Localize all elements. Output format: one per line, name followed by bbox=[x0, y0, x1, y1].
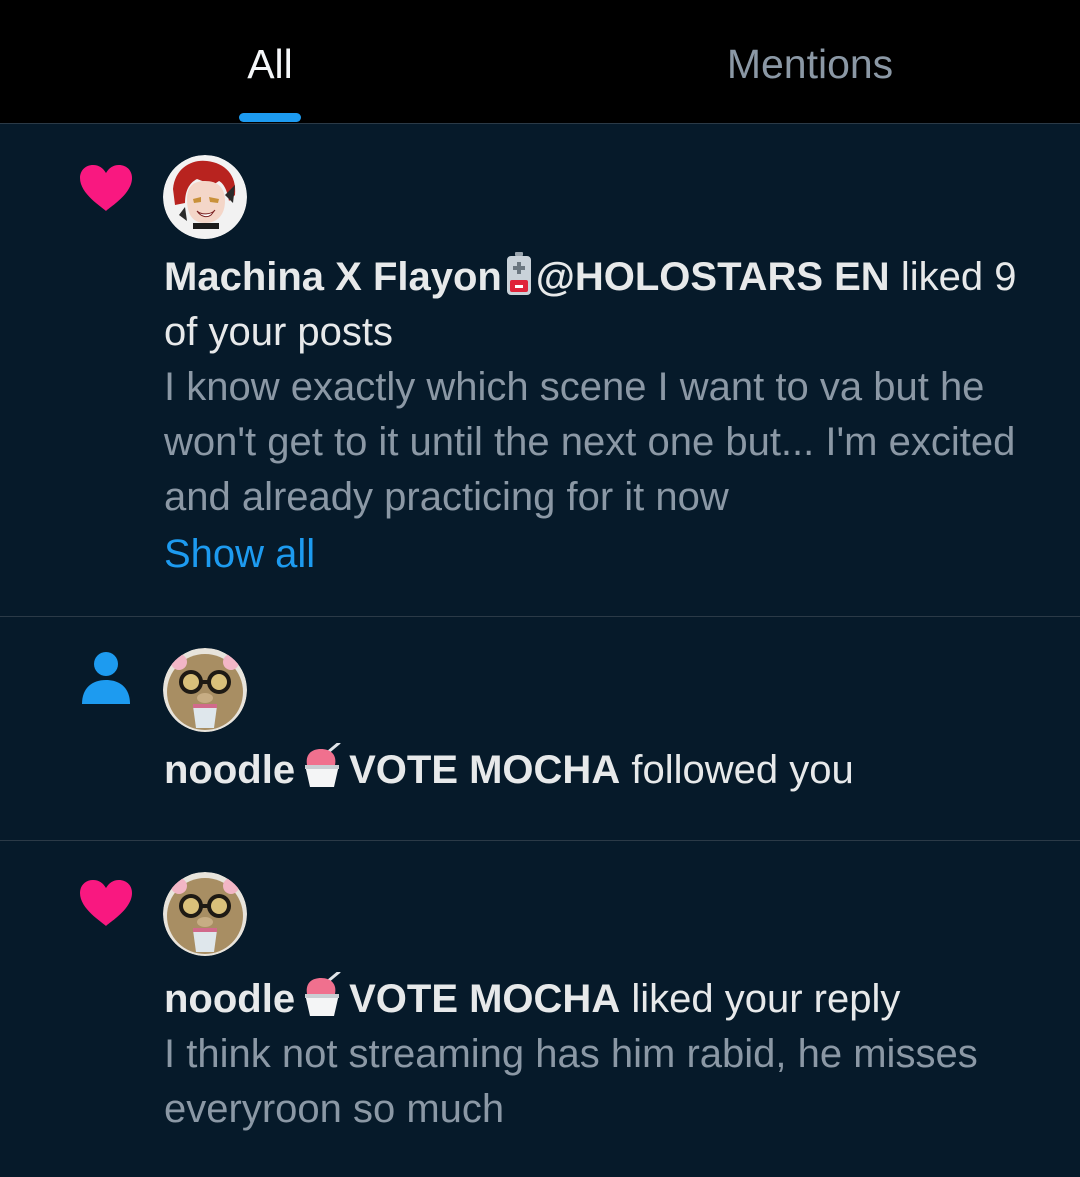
user-display-name[interactable]: noodle bbox=[164, 748, 295, 792]
shaved-ice-icon bbox=[305, 972, 341, 1016]
notification-item[interactable]: noodle VOTE MOCHA followed you bbox=[0, 617, 1080, 841]
tab-mentions[interactable]: Mentions bbox=[540, 0, 1080, 124]
notification-text: noodle VOTE MOCHA liked your reply I thi… bbox=[164, 972, 1044, 1137]
notification-text: Machina X Flayon @HOLOSTARS EN liked 9 o… bbox=[164, 250, 1044, 582]
heart-icon bbox=[80, 880, 132, 926]
notifications-tab-bar: All Mentions bbox=[0, 0, 1080, 124]
avatar[interactable] bbox=[163, 872, 247, 956]
reply-preview[interactable]: I think not streaming has him rabid, he … bbox=[164, 1032, 978, 1131]
active-tab-indicator bbox=[239, 113, 301, 122]
tab-mentions-label: Mentions bbox=[726, 41, 894, 87]
heart-icon bbox=[80, 165, 132, 211]
avatar[interactable] bbox=[163, 155, 247, 239]
user-display-name[interactable]: noodle bbox=[164, 977, 295, 1021]
user-name-suffix[interactable]: @HOLOSTARS EN bbox=[536, 255, 890, 299]
show-all-link[interactable]: Show all bbox=[164, 527, 315, 582]
user-name-suffix[interactable]: VOTE MOCHA bbox=[349, 977, 620, 1021]
notification-action: followed you bbox=[631, 748, 854, 792]
tab-all-label: All bbox=[247, 41, 293, 87]
shaved-ice-icon bbox=[305, 743, 341, 787]
user-name-suffix[interactable]: VOTE MOCHA bbox=[349, 748, 620, 792]
avatar[interactable] bbox=[163, 648, 247, 732]
post-preview[interactable]: I know exactly which scene I want to va … bbox=[164, 365, 1015, 519]
user-display-name[interactable]: Machina X Flayon bbox=[164, 255, 502, 299]
notification-action: liked your reply bbox=[631, 977, 901, 1021]
battery-icon bbox=[506, 252, 531, 295]
person-icon bbox=[82, 652, 130, 704]
notification-item[interactable]: noodle VOTE MOCHA liked your reply I thi… bbox=[0, 841, 1080, 1177]
notification-item[interactable]: Machina X Flayon @HOLOSTARS EN liked 9 o… bbox=[0, 124, 1080, 617]
tab-all[interactable]: All bbox=[0, 0, 540, 124]
notification-text: noodle VOTE MOCHA followed you bbox=[164, 743, 1044, 798]
